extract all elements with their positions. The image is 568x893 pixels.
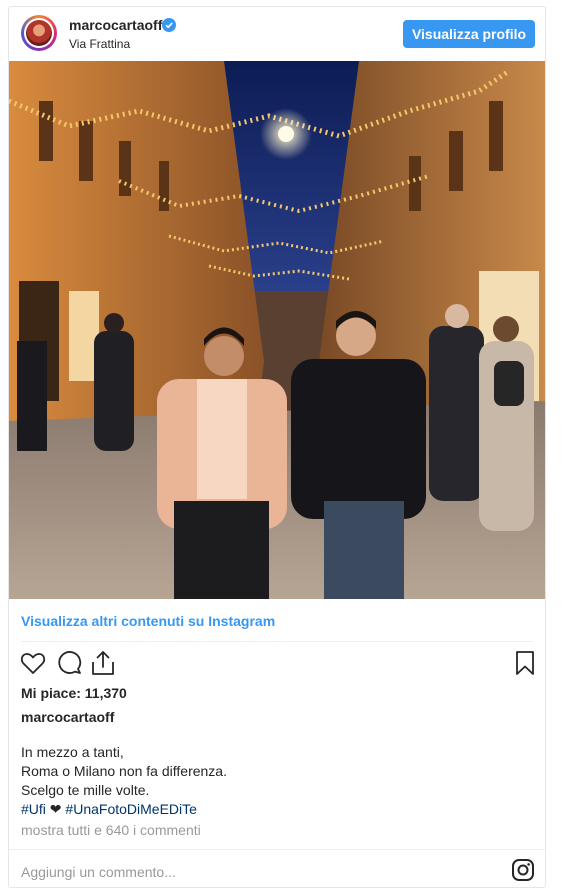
location-label[interactable]: Via Frattina — [69, 37, 130, 51]
post-photo[interactable] — [9, 61, 545, 599]
action-bar — [9, 647, 545, 687]
view-more-on-instagram-link[interactable]: Visualizza altri contenuti su Instagram — [21, 613, 275, 629]
caption-line: Roma o Milano non fa differenza. — [21, 763, 227, 779]
verified-badge-icon — [162, 18, 176, 32]
show-all-comments-link[interactable]: mostra tutti e 640 i commenti — [21, 822, 201, 838]
caption-line: In mezzo a tanti, — [21, 744, 124, 760]
post-header: marcocartaoff Via Frattina Visualizza pr… — [9, 7, 545, 61]
instagram-logo-icon[interactable] — [511, 858, 535, 882]
profile-picture — [26, 20, 52, 46]
hashtag-link[interactable]: #Ufi — [21, 801, 46, 817]
divider — [21, 641, 533, 642]
caption-line: Scelgo te mille volte. — [21, 782, 150, 798]
likes-count[interactable]: Mi piace: 11,370 — [21, 685, 127, 701]
add-comment-input[interactable]: Aggiungi un commento... — [21, 864, 176, 880]
caption-hashtags: #Ufi ❤ #UnaFotoDiMeEDiTe — [21, 800, 227, 819]
hashtag-link[interactable]: #UnaFotoDiMeEDiTe — [65, 801, 197, 817]
street-photo-image — [9, 61, 545, 599]
view-profile-button[interactable]: Visualizza profilo — [403, 20, 535, 48]
bookmark-icon[interactable] — [511, 649, 539, 677]
caption-username[interactable]: marcocartaoff — [21, 709, 114, 725]
instagram-embed-card: marcocartaoff Via Frattina Visualizza pr… — [8, 6, 546, 888]
divider — [9, 849, 545, 850]
share-icon[interactable] — [89, 649, 117, 677]
username[interactable]: marcocartaoff — [69, 17, 162, 33]
heart-icon[interactable] — [19, 649, 47, 677]
comment-icon[interactable] — [55, 649, 83, 677]
caption: In mezzo a tanti, Roma o Milano non fa d… — [21, 743, 227, 819]
avatar[interactable] — [21, 15, 57, 51]
heart-emoji-icon: ❤ — [49, 801, 62, 817]
